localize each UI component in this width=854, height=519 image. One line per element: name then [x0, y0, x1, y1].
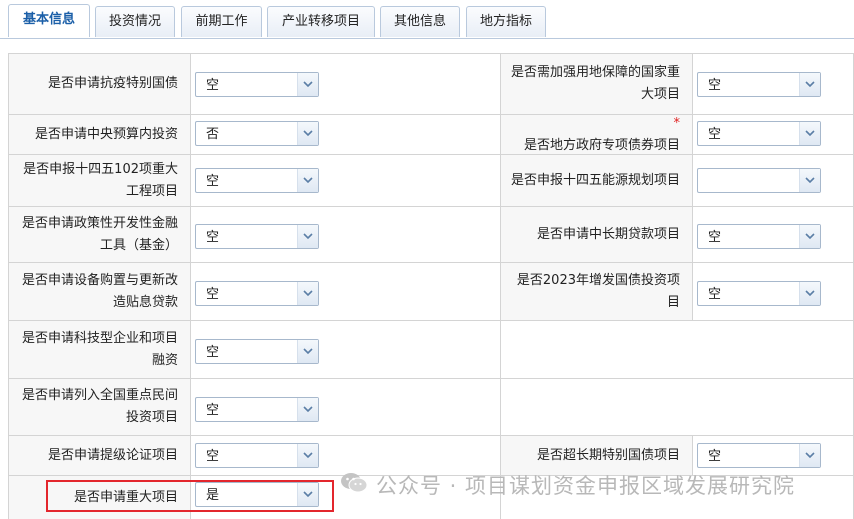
select-102-major-project[interactable]: 空: [195, 168, 319, 193]
tab-investment[interactable]: 投资情况: [95, 6, 175, 37]
select-long-term-loan[interactable]: 空: [697, 224, 821, 249]
label-upgraded-review-project: 是否申请提级论证项目: [8, 436, 191, 476]
cell-equipment-renewal-loan: 空: [191, 263, 501, 321]
label-private-investment-project: 是否申请列入全国重点民间投资项目: [8, 379, 191, 436]
basic-info-form: 是否申请抗疫特别国债 空 是否需加强用地保障的国家重大项目 空 是否申请中央预算…: [8, 53, 854, 519]
chevron-down-icon[interactable]: [297, 340, 318, 363]
watermark-text: 公众号 · 项目谋划资金申报区域发展研究院: [376, 474, 796, 498]
label-102-major-project: 是否申报十四五102项重大工程项目: [8, 155, 191, 207]
label-land-guarantee-project: 是否需加强用地保障的国家重大项目: [501, 53, 693, 115]
cell-central-budget-investment: 否: [191, 115, 501, 155]
chevron-down-icon[interactable]: [799, 73, 820, 96]
cell-private-investment-project: 空: [191, 379, 501, 436]
label-long-term-loan: 是否申请中长期贷款项目: [501, 207, 693, 263]
label-special-bond-project: * 是否地方政府专项债券项目: [501, 115, 693, 155]
label-central-budget-investment: 是否申请中央预算内投资: [8, 115, 191, 155]
cell-energy-plan-project: [693, 155, 854, 207]
empty-cell: [501, 379, 854, 436]
select-special-bond-project[interactable]: 空: [697, 121, 821, 146]
chevron-down-icon[interactable]: [799, 122, 820, 145]
highlight-box: [46, 480, 334, 512]
select-energy-plan-project[interactable]: [697, 168, 821, 193]
watermark: 公众号 · 项目谋划资金申报区域发展研究院: [340, 468, 795, 502]
chevron-down-icon[interactable]: [297, 73, 318, 96]
chevron-down-icon[interactable]: [799, 225, 820, 248]
chevron-down-icon[interactable]: [297, 398, 318, 421]
select-central-budget-investment[interactable]: 否: [195, 121, 319, 146]
select-private-investment-project[interactable]: 空: [195, 397, 319, 422]
empty-cell: [501, 321, 854, 379]
chevron-down-icon[interactable]: [297, 444, 318, 467]
select-equipment-renewal-loan[interactable]: 空: [195, 281, 319, 306]
select-ultra-long-bond[interactable]: 空: [697, 443, 821, 468]
cell-2023-treasury-bond: 空: [693, 263, 854, 321]
required-marker: *: [673, 115, 681, 131]
cell-anti-epidemic-bond: 空: [191, 53, 501, 115]
select-upgraded-review-project[interactable]: 空: [195, 443, 319, 468]
cell-special-bond-project: 空: [693, 115, 854, 155]
chevron-down-icon[interactable]: [799, 444, 820, 467]
chevron-down-icon[interactable]: [297, 225, 318, 248]
select-tech-enterprise-finance[interactable]: 空: [195, 339, 319, 364]
select-policy-finance-tool[interactable]: 空: [195, 224, 319, 249]
label-equipment-renewal-loan: 是否申请设备购置与更新改造贴息贷款: [8, 263, 191, 321]
label-tech-enterprise-finance: 是否申请科技型企业和项目融资: [8, 321, 191, 379]
tab-preliminary-work[interactable]: 前期工作: [181, 6, 262, 37]
cell-long-term-loan: 空: [693, 207, 854, 263]
chevron-down-icon[interactable]: [297, 282, 318, 305]
tab-local-indicators[interactable]: 地方指标: [466, 6, 546, 37]
select-2023-treasury-bond[interactable]: 空: [697, 281, 821, 306]
cell-tech-enterprise-finance: 空: [191, 321, 501, 379]
tab-basic-info[interactable]: 基本信息: [8, 4, 90, 37]
cell-policy-finance-tool: 空: [191, 207, 501, 263]
chevron-down-icon[interactable]: [799, 282, 820, 305]
label-energy-plan-project: 是否申报十四五能源规划项目: [501, 155, 693, 207]
cell-land-guarantee-project: 空: [693, 53, 854, 115]
chevron-down-icon[interactable]: [799, 169, 820, 192]
label-policy-finance-tool: 是否申请政策性开发性金融工具（基金）: [8, 207, 191, 263]
tab-industry-transfer[interactable]: 产业转移项目: [267, 6, 375, 37]
label-2023-treasury-bond: 是否2023年增发国债投资项目: [501, 263, 693, 321]
select-anti-epidemic-bond[interactable]: 空: [195, 72, 319, 97]
chevron-down-icon[interactable]: [297, 169, 318, 192]
select-land-guarantee-project[interactable]: 空: [697, 72, 821, 97]
tab-bar: 基本信息 投资情况 前期工作 产业转移项目 其他信息 地方指标: [0, 0, 854, 39]
tab-other-info[interactable]: 其他信息: [380, 6, 460, 37]
wechat-icon: [340, 471, 368, 500]
label-anti-epidemic-bond: 是否申请抗疫特别国债: [8, 53, 191, 115]
cell-102-major-project: 空: [191, 155, 501, 207]
chevron-down-icon[interactable]: [297, 122, 318, 145]
